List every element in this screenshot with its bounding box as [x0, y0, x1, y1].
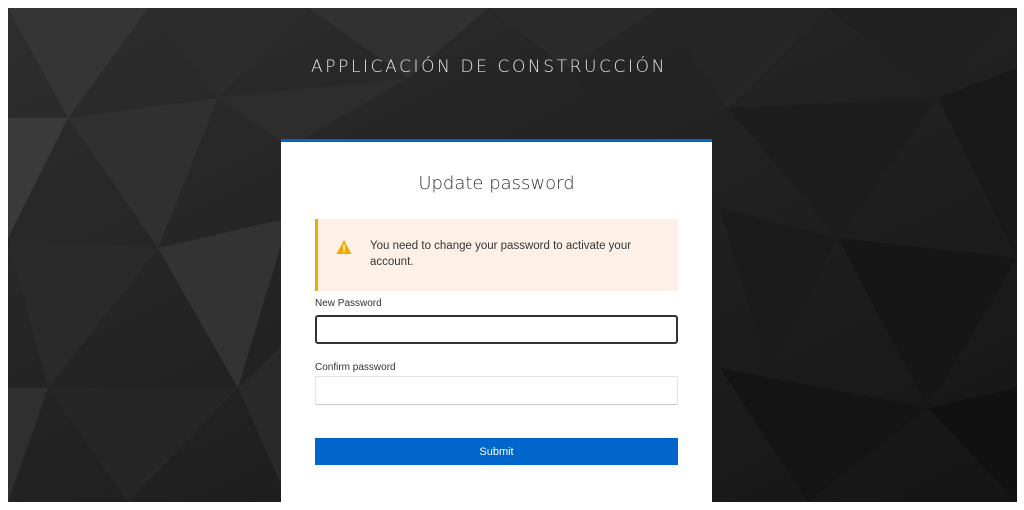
warning-alert: You need to change your password to acti…	[315, 219, 678, 291]
app-title: APPLICACIÓN DE CONSTRUCCIÓN	[311, 57, 667, 77]
confirm-password-label: Confirm password	[315, 362, 396, 373]
submit-button[interactable]: Submit	[315, 438, 678, 465]
page-title: Update password	[418, 173, 575, 194]
new-password-label: New Password	[315, 298, 382, 309]
new-password-input[interactable]	[315, 315, 678, 344]
warning-triangle-icon	[336, 240, 352, 254]
alert-message: You need to change your password to acti…	[370, 240, 632, 268]
update-password-card: Update password You need to change your …	[281, 139, 712, 502]
confirm-password-input[interactable]	[315, 376, 678, 405]
